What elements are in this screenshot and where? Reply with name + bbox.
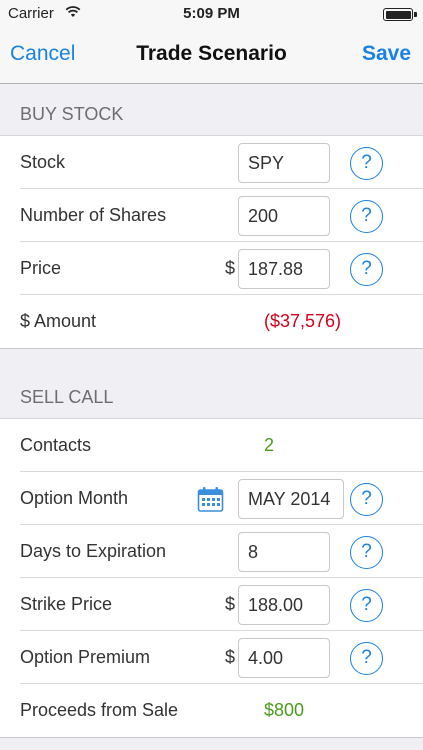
stock-input[interactable]: SPY <box>238 143 330 183</box>
contacts-value: 2 <box>264 435 275 455</box>
strike-row: Strike Price $ 188.00 ? <box>0 578 423 631</box>
sell-call-group: Contacts 2 Option Month MAY 2014 ? Days … <box>0 419 423 738</box>
currency-symbol: $ <box>225 258 236 278</box>
buy-stock-group: Stock SPY ? Number of Shares 200 ? Price… <box>0 136 423 349</box>
contacts-row: Contacts 2 <box>0 419 423 472</box>
navigation-bar: Cancel Trade Scenario Save <box>0 28 423 84</box>
option-month-label: Option Month <box>20 488 129 508</box>
buy-stock-header: BUY STOCK <box>0 84 423 136</box>
premium-input[interactable]: 4.00 <box>238 638 330 678</box>
option-month-row: Option Month MAY 2014 ? <box>0 472 423 525</box>
strike-input[interactable]: 188.00 <box>238 585 330 625</box>
section-title: SELL CALL <box>20 387 114 407</box>
help-icon[interactable]: ? <box>350 536 383 569</box>
stock-row: Stock SPY ? <box>0 136 423 189</box>
amount-row: $ Amount ($37,576) <box>0 295 423 348</box>
amount-label: $ Amount <box>20 311 97 331</box>
clock: 5:09 PM <box>183 5 240 22</box>
price-input[interactable]: 187.88 <box>238 249 330 289</box>
section-title: BUY STOCK <box>20 104 124 124</box>
save-button[interactable]: Save <box>362 42 411 66</box>
premium-row: Option Premium $ 4.00 ? <box>0 631 423 684</box>
status-bar: Carrier 5:09 PM <box>0 0 423 28</box>
currency-symbol: $ <box>225 647 236 667</box>
help-icon[interactable]: ? <box>350 147 383 180</box>
proceeds-label: Proceeds from Sale <box>20 700 179 720</box>
days-label: Days to Expiration <box>20 541 167 561</box>
option-month-input[interactable]: MAY 2014 <box>238 479 344 519</box>
help-icon[interactable]: ? <box>350 483 383 516</box>
help-icon[interactable]: ? <box>350 253 383 286</box>
days-input[interactable]: 8 <box>238 532 330 572</box>
currency-symbol: $ <box>225 594 236 614</box>
stock-label: Stock <box>20 152 66 172</box>
calendar-icon[interactable] <box>197 486 224 518</box>
help-icon[interactable]: ? <box>350 200 383 233</box>
price-label: Price <box>20 258 62 278</box>
contacts-label: Contacts <box>20 435 92 455</box>
strike-label: Strike Price <box>20 594 113 614</box>
shares-input[interactable]: 200 <box>238 196 330 236</box>
days-row: Days to Expiration 8 ? <box>0 525 423 578</box>
amount-value: ($37,576) <box>264 311 342 331</box>
proceeds-row: Proceeds from Sale $800 <box>0 684 423 737</box>
help-icon[interactable]: ? <box>350 589 383 622</box>
shares-row: Number of Shares 200 ? <box>0 189 423 242</box>
premium-label: Option Premium <box>20 647 151 667</box>
price-row: Price $ 187.88 ? <box>0 242 423 295</box>
help-icon[interactable]: ? <box>350 642 383 675</box>
shares-label: Number of Shares <box>20 205 167 225</box>
sell-call-header: SELL CALL <box>0 367 423 419</box>
battery-icon <box>383 8 417 21</box>
cancel-button[interactable]: Cancel <box>10 42 75 66</box>
proceeds-value: $800 <box>264 700 305 720</box>
